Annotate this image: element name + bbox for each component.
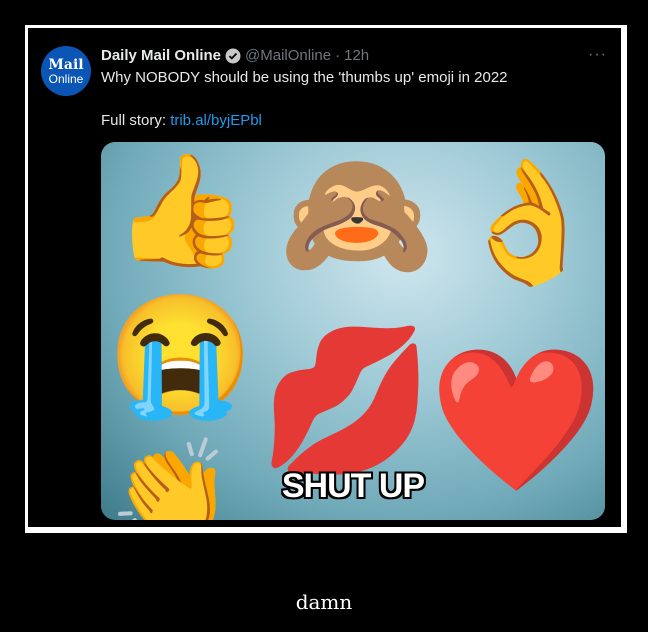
full-story-label: Full story: — [101, 112, 167, 129]
avatar[interactable]: Mail Online — [41, 46, 91, 96]
meme-overlay-text: SHUT UP — [281, 467, 425, 505]
more-options-icon[interactable]: ··· — [588, 46, 607, 64]
author-handle[interactable]: @MailOnline — [245, 47, 331, 64]
story-link[interactable]: trib.al/byjEPbl — [170, 112, 262, 129]
separator-dot: · — [335, 47, 341, 64]
demotivational-frame: Mail Online Daily Mail Online @MailOnlin… — [25, 25, 627, 533]
ok-hand-emoji-icon: 👌 — [453, 155, 603, 289]
author-name[interactable]: Daily Mail Online — [101, 47, 221, 64]
verified-badge-icon — [225, 48, 241, 64]
tweet-media-image[interactable]: 👍 🙈 👌 😭 💋 ❤️ 👏 SHUT UP — [101, 142, 605, 520]
see-no-evil-monkey-emoji-icon: 🙈 — [279, 145, 435, 284]
meme-overlay: SHUT UP — [101, 467, 605, 506]
tweet-text: Why NOBODY should be using the 'thumbs u… — [101, 69, 508, 86]
tweet-card[interactable]: Mail Online Daily Mail Online @MailOnlin… — [28, 28, 621, 527]
tweet-header: Daily Mail Online @MailOnline · 12h — [101, 47, 369, 64]
timestamp[interactable]: 12h — [344, 47, 369, 64]
full-story-line: Full story: trib.al/byjEPbl — [101, 112, 262, 129]
crying-face-emoji-icon: 😭 — [107, 290, 254, 422]
thumbs-up-emoji-icon: 👍 — [113, 149, 250, 272]
kiss-mark-emoji-icon: 💋 — [259, 321, 434, 478]
demotivational-caption: damn — [295, 590, 353, 614]
avatar-logo-line2: Online — [48, 71, 84, 86]
avatar-logo-line1: Mail — [48, 56, 84, 73]
